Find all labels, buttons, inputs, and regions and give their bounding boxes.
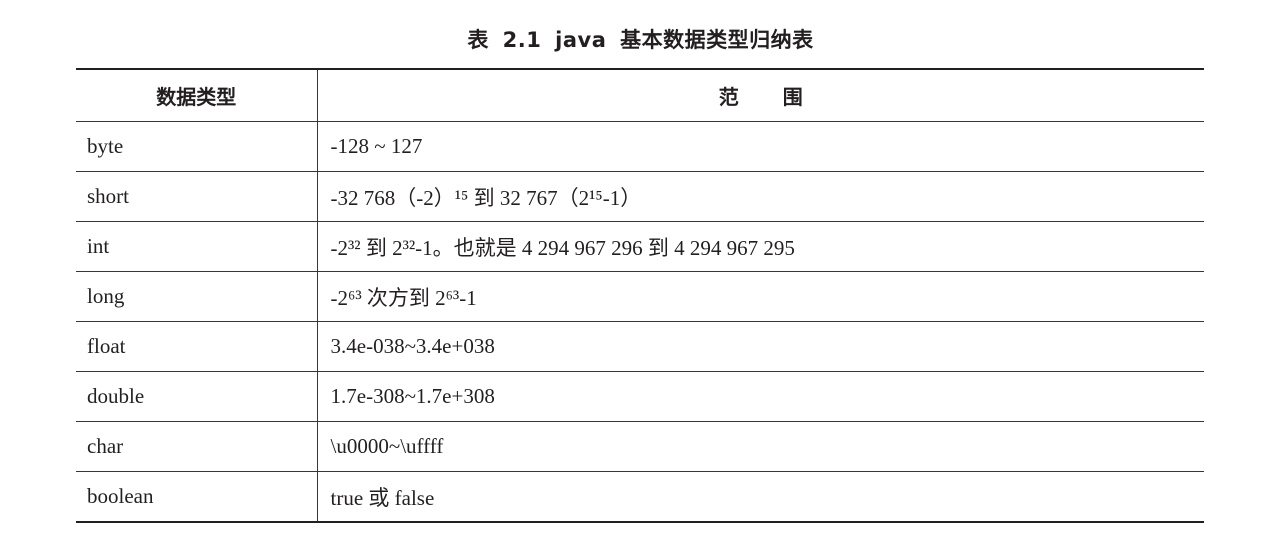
table-row: float 3.4e-038~3.4e+038 (76, 321, 1204, 372)
table-row: long -2⁶³ 次方到 2⁶³-1 (76, 271, 1204, 322)
header-row: 数据类型 范围 (76, 68, 1204, 122)
java-primitive-types-table: 数据类型 范围 byte -128 ~ 127 short -32 768（-2… (76, 68, 1204, 523)
type-cell: short (76, 171, 317, 222)
type-cell: char (76, 421, 317, 472)
type-cell: long (76, 271, 317, 322)
table-row: short -32 768（-2）¹⁵ 到 32 767（2¹⁵-1） (76, 171, 1204, 222)
table-row: char \u0000~\uffff (76, 421, 1204, 472)
header-range: 范围 (316, 68, 1204, 122)
type-cell: byte (76, 121, 317, 172)
header-data-type: 数据类型 (76, 68, 317, 122)
type-cell: boolean (76, 471, 317, 522)
type-cell: int (76, 221, 317, 272)
type-cell: double (76, 371, 317, 422)
table-caption: 表 2.1 java 基本数据类型归纳表 (467, 28, 814, 52)
range-cell: 1.7e-308~1.7e+308 (316, 371, 1204, 422)
table-row: int -2³² 到 2³²-1。也就是 4 294 967 296 到 4 2… (76, 221, 1204, 272)
range-cell: -128 ~ 127 (316, 121, 1204, 172)
range-cell: -2⁶³ 次方到 2⁶³-1 (316, 271, 1204, 322)
table-row: boolean true 或 false (76, 471, 1204, 522)
range-cell: -2³² 到 2³²-1。也就是 4 294 967 296 到 4 294 9… (316, 221, 1204, 272)
range-cell: 3.4e-038~3.4e+038 (316, 321, 1204, 372)
table-row: double 1.7e-308~1.7e+308 (76, 371, 1204, 422)
range-cell: \u0000~\uffff (316, 421, 1204, 472)
range-cell: -32 768（-2）¹⁵ 到 32 767（2¹⁵-1） (316, 171, 1204, 222)
type-cell: float (76, 321, 317, 372)
table-row: byte -128 ~ 127 (76, 121, 1204, 172)
range-cell: true 或 false (316, 471, 1204, 522)
